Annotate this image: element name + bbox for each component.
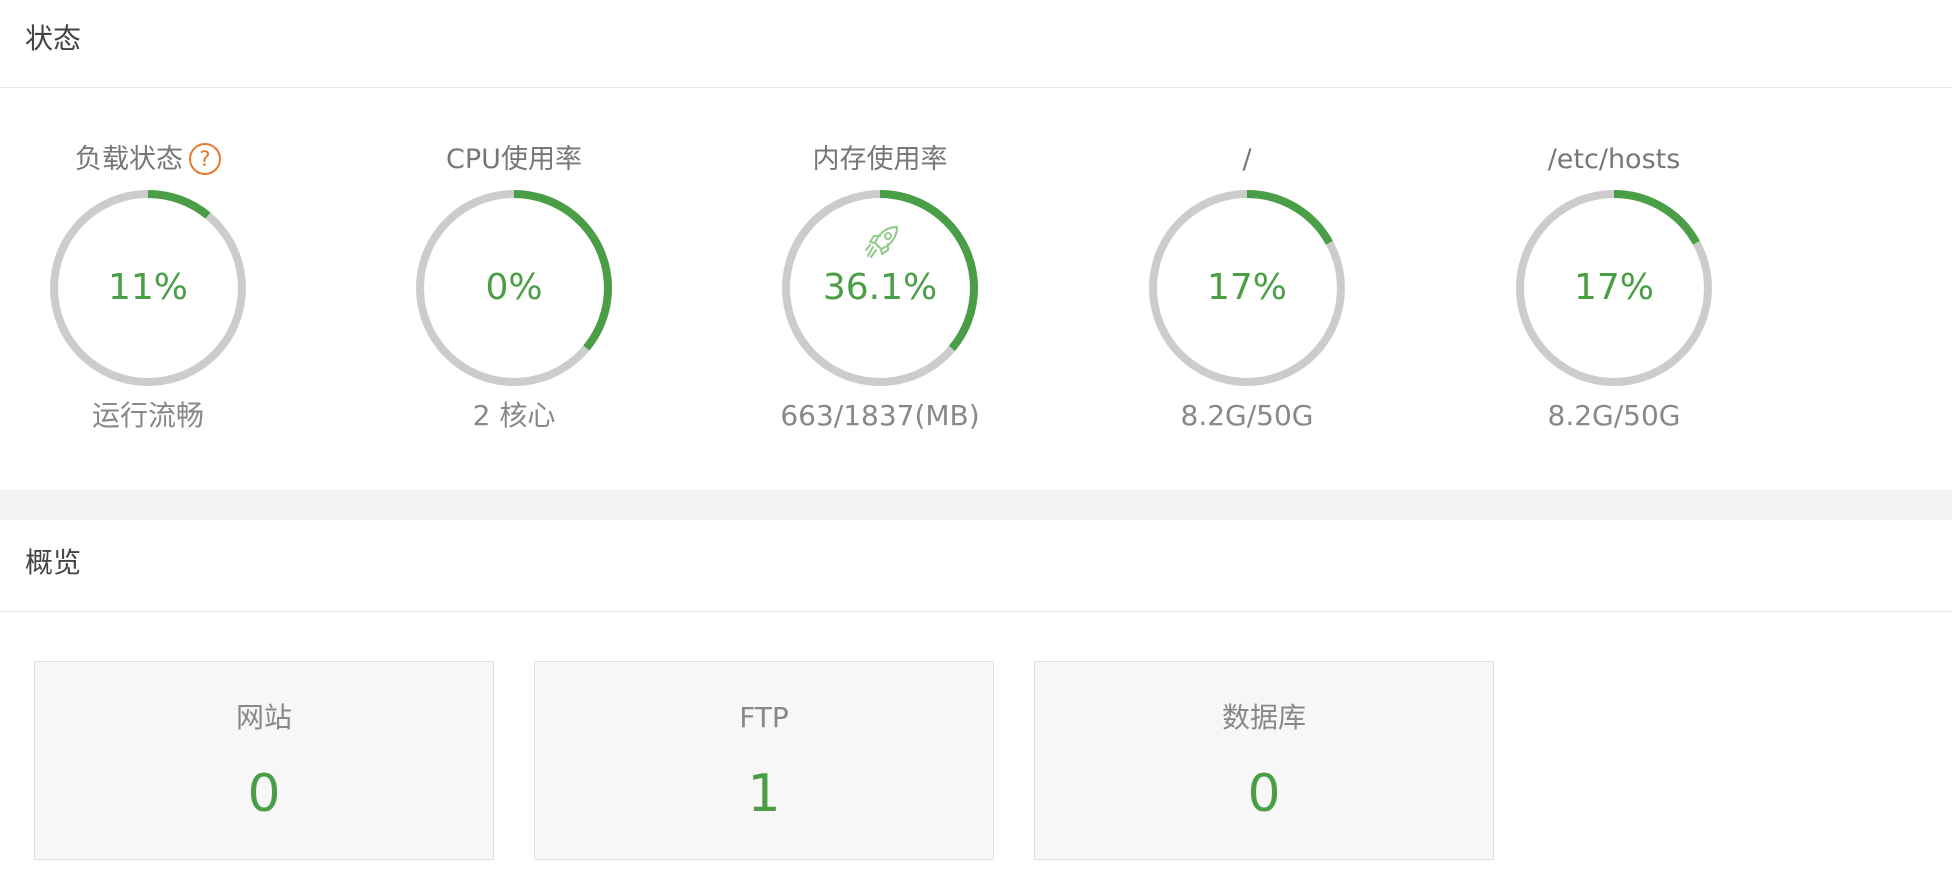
load-status-gauge[interactable]: 负载状态? 11% 运行流畅 [18, 138, 278, 448]
databases-card[interactable]: 数据库 0 [1034, 661, 1494, 860]
disk-hosts-gauge[interactable]: /etc/hosts 17% 8.2G/50G [1484, 138, 1744, 448]
gauge-value: 11% [107, 267, 188, 308]
card-value[interactable]: 1 [535, 762, 993, 826]
gauge-label: 负载状态? [18, 138, 278, 182]
status-section-title: 状态 [25, 22, 82, 55]
gauge-label: CPU使用率 [446, 144, 582, 175]
gauge-label: / [1242, 144, 1252, 175]
websites-card[interactable]: 网站 0 [34, 661, 494, 860]
card-value[interactable]: 0 [1035, 762, 1493, 826]
section-divider [0, 490, 1952, 520]
gauge-label: 内存使用率 [812, 144, 948, 175]
gauge-sub-text: 8.2G/50G [1180, 399, 1314, 432]
card-label: FTP [739, 701, 789, 734]
overview-section-title: 概览 [25, 546, 82, 579]
ftp-card[interactable]: FTP 1 [534, 661, 994, 860]
gauge-label: /etc/hosts [1547, 144, 1681, 175]
overview-section-header: 概览 [0, 524, 1952, 612]
gauge-value: 0% [485, 267, 543, 308]
disk-root-gauge[interactable]: / 17% 8.2G/50G [1117, 138, 1377, 448]
card-label: 数据库 [1221, 701, 1306, 734]
status-section-header: 状态 [0, 0, 1952, 88]
gauge-sub-text: 8.2G/50G [1547, 399, 1681, 432]
help-icon[interactable]: ? [189, 142, 221, 175]
gauge-sub-text: 2 核心 [472, 399, 556, 432]
card-value[interactable]: 0 [35, 762, 493, 826]
gauge-sub-text: 663/1837(MB) [780, 399, 980, 432]
gauge-value: 17% [1573, 267, 1654, 308]
card-label: 网站 [235, 701, 292, 734]
gauge-value: 36.1% [822, 267, 938, 308]
cpu-usage-gauge[interactable]: CPU使用率 0% 2 核心 [384, 138, 644, 448]
rocket-icon[interactable] [863, 221, 903, 261]
gauge-value: 17% [1206, 267, 1287, 308]
memory-usage-gauge[interactable]: 内存使用率 36.1% 663/1837(MB) [750, 138, 1010, 448]
gauge-sub-text: 运行流畅 [91, 399, 204, 432]
